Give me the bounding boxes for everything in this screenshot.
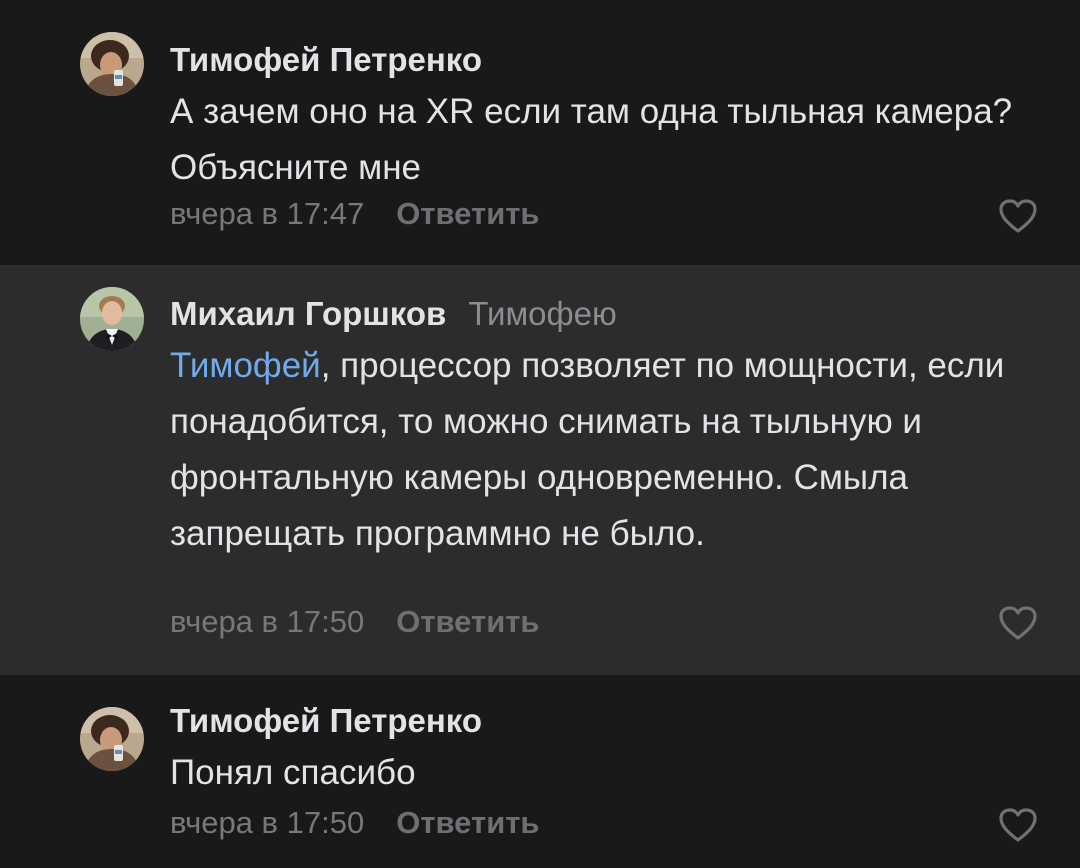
reply-button[interactable]: Ответить [396,604,539,639]
author-name[interactable]: Тимофей Петренко [170,702,482,739]
heart-icon[interactable] [998,605,1038,641]
comment-body: Михаил Горшков Тимофею Тимофей, процессор… [170,294,1020,562]
comment-meta: вчера в 17:50 Ответить [170,602,540,642]
mention-link[interactable]: Тимофей [170,346,321,385]
comment-meta: вчера в 17:47 Ответить [170,194,540,234]
comment-text: А зачем оно на XR если там одна тыльная … [170,92,1013,187]
comment-time: вчера в 17:50 [170,604,365,639]
reply-button[interactable]: Ответить [396,805,539,840]
heart-icon[interactable] [998,807,1038,843]
comment-time: вчера в 17:50 [170,805,365,840]
avatar-photo [80,707,144,771]
author-name[interactable]: Михаил Горшков [170,295,446,332]
avatar-photo [80,32,144,96]
author-line: Тимофей Петренко [170,40,1020,80]
comment-body: Тимофей Петренко Понял спасибо [170,701,1020,801]
comment-meta: вчера в 17:50 Ответить [170,803,540,843]
comment-text: Понял спасибо [170,753,416,792]
comment-item: Тимофей Петренко Понял спасибо вчера в 1… [0,675,1080,868]
reply-to-label[interactable]: Тимофею [468,295,616,332]
author-name[interactable]: Тимофей Петренко [170,41,482,78]
author-line: Михаил Горшков Тимофею [170,294,1020,334]
comment-thread: Тимофей Петренко А зачем оно на XR если … [0,0,1080,868]
comment-item: Михаил Горшков Тимофею Тимофей, процессор… [0,265,1080,675]
heart-icon[interactable] [998,198,1038,234]
avatar[interactable] [80,287,144,351]
author-line: Тимофей Петренко [170,701,1020,741]
comment-item: Тимофей Петренко А зачем оно на XR если … [0,0,1080,265]
comment-body: Тимофей Петренко А зачем оно на XR если … [170,40,1020,196]
reply-button[interactable]: Ответить [396,196,539,231]
avatar-photo [80,287,144,351]
avatar[interactable] [80,32,144,96]
comment-text: Тимофей, процессор позволяет по мощности… [170,338,1020,562]
comment-time: вчера в 17:47 [170,196,365,231]
avatar[interactable] [80,707,144,771]
